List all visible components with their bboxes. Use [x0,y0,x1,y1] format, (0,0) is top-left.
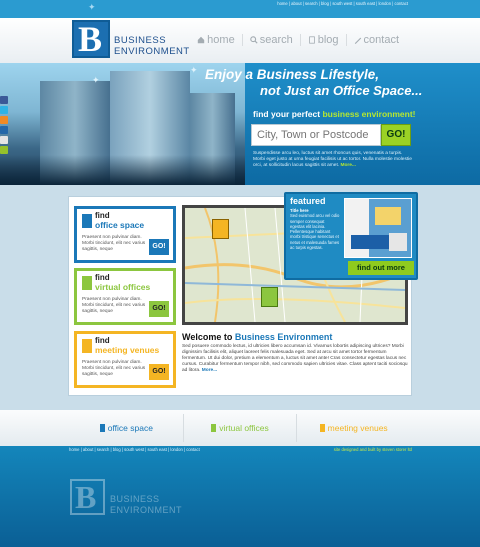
welcome-more-link[interactable]: More... [202,368,217,373]
box-find-label: find [95,336,110,345]
house-icon [197,36,205,44]
logo[interactable]: B BUSINESS ENVIRONMENT [72,19,202,60]
email-icon[interactable] [0,136,8,144]
box-type-label: office space [95,220,145,230]
logo-mark: B [72,19,110,59]
box-description: Praesent non pulvinar diam. Morbi tincid… [82,360,146,377]
hero-paragraph: Suspendisse arcu leo, luctus sit amet rh… [253,151,412,168]
nav-home[interactable]: home [190,34,243,46]
bird-icon: ✦ [190,65,198,75]
box-find-label: find [95,273,110,282]
search-go-button[interactable]: GO! [381,124,411,146]
box-description: Praesent non pulvinar diam. Morbi tincid… [82,235,146,252]
bottom-link-office-space[interactable]: office space [70,414,183,442]
box-find-label: find [95,211,110,220]
box-go-button[interactable]: GO! [149,239,169,255]
logo-line1: BUSINESS [114,35,167,46]
logo-line2: ENVIRONMENT [114,46,190,57]
pencil-icon [308,36,315,44]
hero-more-link[interactable]: More... [340,163,355,168]
social-bar [0,96,10,156]
share-icon[interactable] [0,146,8,154]
top-links[interactable]: home | about | search | blog | south wes… [277,1,408,6]
person-icon [319,424,325,432]
digg-icon[interactable] [0,126,8,134]
nav-search[interactable]: search [243,34,301,46]
nav-blog[interactable]: blog [301,34,347,46]
building-icon [82,214,92,228]
footer-logo[interactable]: B BUSINESS ENVIRONMENT [70,479,200,519]
bird-icon: ✦ [92,75,100,85]
nav-contact[interactable]: contact [347,34,406,46]
bird-icon: ✦ [88,2,96,12]
box-go-button[interactable]: GO! [149,301,169,317]
top-strip [0,0,480,18]
featured-text: Title here Sed euismod arcu vel odio semp… [290,208,340,251]
bottom-category-links: office space virtual offices meeting ven… [70,414,410,442]
featured-title: featured [290,196,326,206]
box-type-label: meeting venues [95,345,160,355]
footer-links[interactable]: home | about | search | blog | south wes… [69,447,200,452]
featured-panel: featured Title here Sed euismod arcu vel … [284,192,418,280]
twitter-icon[interactable] [0,106,8,114]
box-go-button[interactable]: GO! [149,364,169,380]
facebook-icon[interactable] [0,96,8,104]
magnifier-icon [249,36,258,44]
search-input[interactable] [251,124,381,146]
hero-headline-2: not Just an Office Space... [260,83,423,98]
building-icon [82,276,92,290]
find-office-space-box[interactable]: find office space Praesent non pulvinar … [74,206,176,263]
rss-icon[interactable] [0,116,8,124]
find-meeting-venues-box[interactable]: find meeting venues Praesent non pulvina… [74,331,176,388]
welcome-paragraph: Sed posuere commodo lectus, id ultricies… [182,344,408,373]
featured-image[interactable] [344,198,412,258]
pen-icon [354,37,361,44]
bottom-link-virtual-offices[interactable]: virtual offices [182,414,297,442]
hero-headline-1: Enjoy a Business Lifestyle, [205,67,380,82]
box-type-label: virtual offices [95,282,151,292]
find-label: find your perfect business environment! [253,109,416,119]
footer-credit[interactable]: site designed and built by steven storer… [334,447,412,452]
find-virtual-offices-box[interactable]: find virtual offices Praesent non pulvin… [74,268,176,325]
find-out-more-button[interactable]: find out more [348,261,414,275]
welcome-heading: Welcome to Business Environment [182,332,333,342]
person-icon [82,339,92,353]
bottom-link-meeting-venues[interactable]: meeting venues [296,414,410,442]
map-marker-icon[interactable] [212,219,229,239]
map-marker-icon[interactable] [261,287,278,307]
building-icon [211,424,217,432]
box-description: Praesent non pulvinar diam. Morbi tincid… [82,297,146,314]
building-icon [99,424,105,432]
main-nav: home search blog contact [190,34,406,46]
